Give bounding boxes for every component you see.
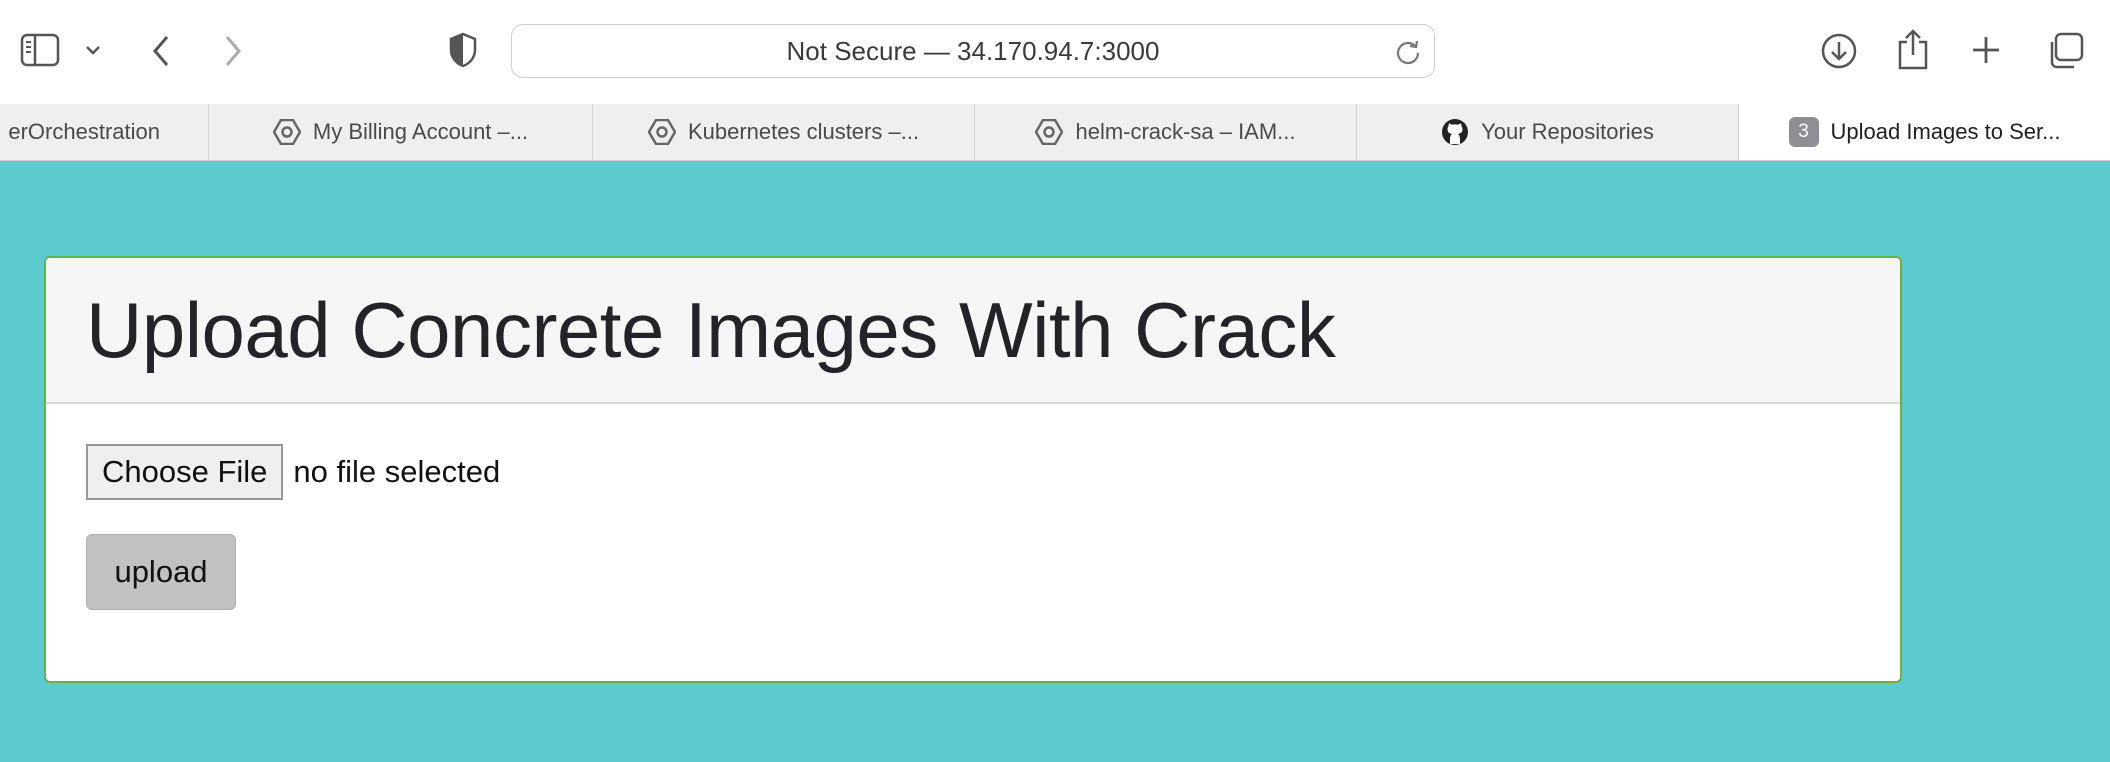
tab-billing[interactable]: My Billing Account –... — [209, 104, 593, 160]
upload-card: Upload Concrete Images With Crack Choose… — [44, 256, 1902, 683]
address-text: Not Secure — 34.170.94.7:3000 — [786, 35, 1160, 66]
tab-repositories[interactable]: Your Repositories — [1357, 104, 1739, 160]
upload-button[interactable]: upload — [86, 534, 236, 610]
share-icon[interactable] — [1896, 28, 1930, 70]
tab-label: Upload Images to Ser... — [1830, 119, 2061, 144]
tab-label: Your Repositories — [1481, 119, 1654, 144]
tab-label: My Billing Account –... — [312, 119, 529, 144]
file-status: no file selected — [293, 454, 501, 489]
tab-iam[interactable]: helm-crack-sa – IAM... — [975, 104, 1357, 160]
browser-toolbar: Not Secure — 34.170.94.7:3000 — [0, 0, 2110, 105]
tab-bar: erOrchestration My Billing Account –... … — [0, 104, 2110, 161]
tab-upload-images[interactable]: 3 Upload Images to Ser... — [1739, 104, 2110, 160]
tab-orchestration[interactable]: erOrchestration — [0, 104, 209, 160]
address-bar[interactable]: Not Secure — 34.170.94.7:3000 — [511, 24, 1435, 78]
tab-label: helm-crack-sa – IAM... — [1075, 119, 1296, 144]
reload-icon[interactable] — [1394, 38, 1422, 71]
plus-icon[interactable] — [1970, 34, 2002, 66]
tab-badge: 3 — [1788, 117, 1819, 147]
card-header: Upload Concrete Images With Crack — [46, 258, 1900, 404]
gcp-icon — [647, 119, 676, 145]
tab-kubernetes[interactable]: Kubernetes clusters –... — [593, 104, 975, 160]
tab-label: Kubernetes clusters –... — [687, 119, 920, 144]
chevron-left-icon[interactable] — [150, 34, 172, 68]
chevron-down-icon[interactable] — [84, 44, 102, 56]
choose-file-button[interactable]: Choose File — [86, 444, 284, 500]
tabs-icon[interactable] — [2046, 32, 2084, 70]
gcp-icon — [1035, 119, 1064, 145]
sidebar-icon[interactable] — [20, 33, 60, 67]
page-title: Upload Concrete Images With Crack — [86, 285, 1336, 374]
gcp-icon — [272, 119, 301, 145]
github-icon — [1441, 118, 1469, 146]
file-input: Choose File no file selected — [86, 444, 500, 500]
shield-icon[interactable] — [448, 32, 478, 68]
download-icon[interactable] — [1820, 32, 1858, 70]
chevron-right-icon[interactable] — [222, 34, 244, 68]
tab-label: erOrchestration — [8, 119, 160, 144]
